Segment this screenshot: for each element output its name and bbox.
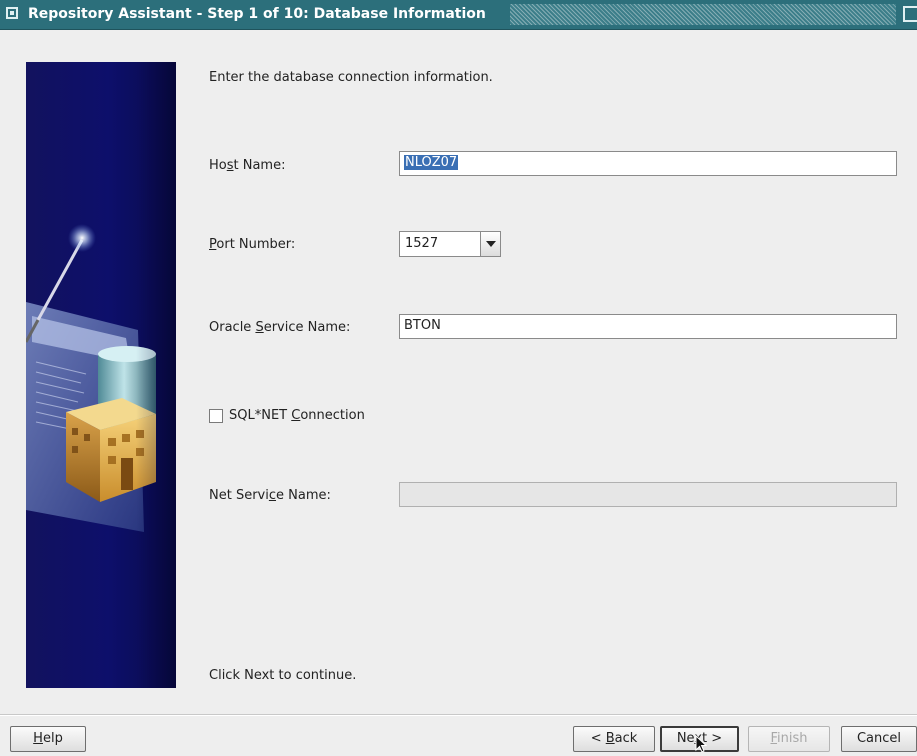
title-bar-pattern bbox=[510, 4, 896, 25]
net-service-name-input[interactable] bbox=[399, 482, 897, 507]
host-name-value: NLOZ07 bbox=[404, 155, 459, 170]
oracle-service-name-value: BTON bbox=[404, 318, 441, 333]
sqlnet-connection-label[interactable]: SQL*NET Connection bbox=[229, 408, 365, 423]
help-button[interactable]: Help bbox=[10, 726, 86, 752]
host-name-label: Host Name: bbox=[209, 158, 286, 173]
cancel-button[interactable]: Cancel bbox=[841, 726, 917, 752]
instruction-text: Enter the database connection informatio… bbox=[209, 70, 493, 85]
back-button[interactable]: < Back bbox=[573, 726, 655, 752]
mouse-pointer-icon bbox=[695, 735, 707, 753]
button-bar-divider bbox=[0, 714, 917, 716]
chevron-down-icon[interactable] bbox=[480, 232, 500, 256]
window-title: Repository Assistant - Step 1 of 10: Dat… bbox=[28, 6, 486, 22]
port-number-label: Port Number: bbox=[209, 237, 296, 252]
net-service-name-label: Net Service Name: bbox=[209, 488, 331, 503]
port-number-combobox[interactable]: 1527 bbox=[399, 231, 501, 257]
repository-assistant-window: Repository Assistant - Step 1 of 10: Dat… bbox=[0, 0, 917, 756]
host-name-input[interactable]: NLOZ07 bbox=[399, 151, 897, 176]
sqlnet-connection-checkbox[interactable] bbox=[209, 409, 223, 423]
maximize-icon[interactable] bbox=[903, 6, 917, 22]
oracle-service-name-input[interactable]: BTON bbox=[399, 314, 897, 339]
footer-hint: Click Next to continue. bbox=[209, 668, 357, 683]
database-building-illustration bbox=[26, 62, 176, 688]
window-menu-icon[interactable] bbox=[6, 7, 18, 19]
wizard-banner bbox=[26, 62, 176, 688]
title-bar[interactable]: Repository Assistant - Step 1 of 10: Dat… bbox=[0, 0, 917, 30]
oracle-service-name-label: Oracle Service Name: bbox=[209, 320, 351, 335]
port-number-value: 1527 bbox=[405, 236, 439, 251]
finish-button: Finish bbox=[748, 726, 830, 752]
